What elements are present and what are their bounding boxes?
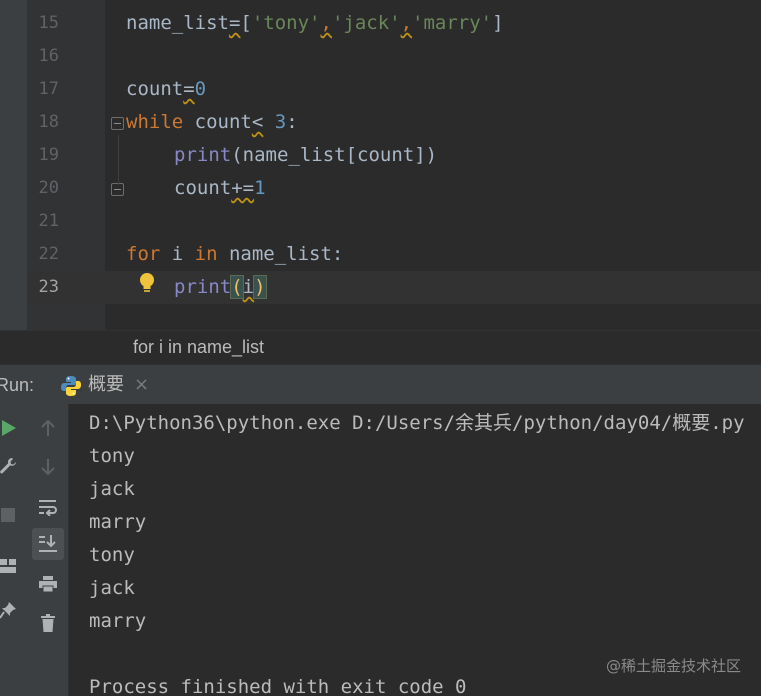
up-arrow-icon[interactable] xyxy=(32,412,64,444)
code-line-16[interactable]: 16 xyxy=(0,40,761,73)
tab-label: 概要 xyxy=(88,374,124,395)
line-number: 17 xyxy=(38,79,59,99)
code-line-18[interactable]: 18 while count< 3: xyxy=(0,106,761,139)
run-icon[interactable] xyxy=(0,412,24,444)
line-number: 16 xyxy=(38,46,59,66)
run-tool-window-header: Run: 概要 × xyxy=(0,364,761,405)
soft-wrap-icon[interactable] xyxy=(32,491,64,523)
stop-icon[interactable] xyxy=(0,499,24,531)
code-text: count+=1 xyxy=(174,177,266,199)
trash-icon[interactable] xyxy=(32,607,64,639)
console-line: jack xyxy=(89,577,135,599)
breadcrumb-bar: for i in name_list xyxy=(0,330,761,364)
line-number: 18 xyxy=(38,112,59,132)
console-output[interactable]: D:\Python36\python.exe D:/Users/余其兵/pyth… xyxy=(69,404,761,696)
indent-guide xyxy=(118,135,119,185)
code-editor[interactable]: 15 name_list=['tony','jack','marry'] 16 … xyxy=(0,0,761,330)
code-text: count=0 xyxy=(126,78,207,100)
scroll-to-end-icon[interactable] xyxy=(32,528,64,560)
python-file-icon xyxy=(60,375,82,401)
console-line: marry xyxy=(89,511,147,533)
code-line-19[interactable]: 19 print(name_list[count]) xyxy=(0,139,761,172)
run-label: Run: xyxy=(0,375,35,395)
code-text: while count< 3: xyxy=(126,111,298,133)
editor-left-strip xyxy=(0,0,27,360)
line-number: 19 xyxy=(38,145,59,165)
wrench-icon[interactable] xyxy=(0,450,24,482)
console-line: marry xyxy=(89,610,147,632)
code-line-15[interactable]: 15 name_list=['tony','jack','marry'] xyxy=(0,7,761,40)
pin-icon[interactable] xyxy=(0,594,24,626)
breadcrumb[interactable]: for i in name_list xyxy=(133,331,264,364)
console-line: Process finished with exit code 0 xyxy=(89,676,467,696)
console-line: tony xyxy=(89,445,135,467)
code-line-22[interactable]: 22 for i in name_list: xyxy=(0,238,761,271)
console-line: D:\Python36\python.exe D:/Users/余其兵/pyth… xyxy=(89,412,745,434)
console-line: jack xyxy=(89,478,135,500)
code-text: for i in name_list: xyxy=(126,243,344,265)
code-line-20[interactable]: 20 count+=1 xyxy=(0,172,761,205)
console-line: tony xyxy=(89,544,135,566)
run-left-toolbar xyxy=(0,404,27,696)
line-number: 22 xyxy=(38,244,59,264)
code-line-21[interactable]: 21 xyxy=(0,205,761,238)
line-number: 20 xyxy=(38,178,59,198)
code-text: print(name_list[count]) xyxy=(174,144,438,166)
lightbulb-icon[interactable] xyxy=(137,271,157,299)
line-number: 15 xyxy=(38,13,59,33)
code-text: name_list=['tony','jack','marry'] xyxy=(126,12,504,34)
code-line-17[interactable]: 17 count=0 xyxy=(0,73,761,106)
line-number: 23 xyxy=(38,277,59,297)
watermark: @稀土掘金技术社区 xyxy=(605,657,741,675)
code-text: print(i) xyxy=(174,275,267,299)
fold-marker-icon[interactable] xyxy=(111,117,124,130)
layout-icon[interactable] xyxy=(0,550,24,582)
line-number: 21 xyxy=(38,211,59,231)
close-icon[interactable]: × xyxy=(134,365,149,405)
print-icon[interactable] xyxy=(32,568,64,600)
code-line-23[interactable]: 23 print(i) xyxy=(0,271,761,304)
down-arrow-icon[interactable] xyxy=(32,451,64,483)
console-toolbar xyxy=(27,404,69,696)
